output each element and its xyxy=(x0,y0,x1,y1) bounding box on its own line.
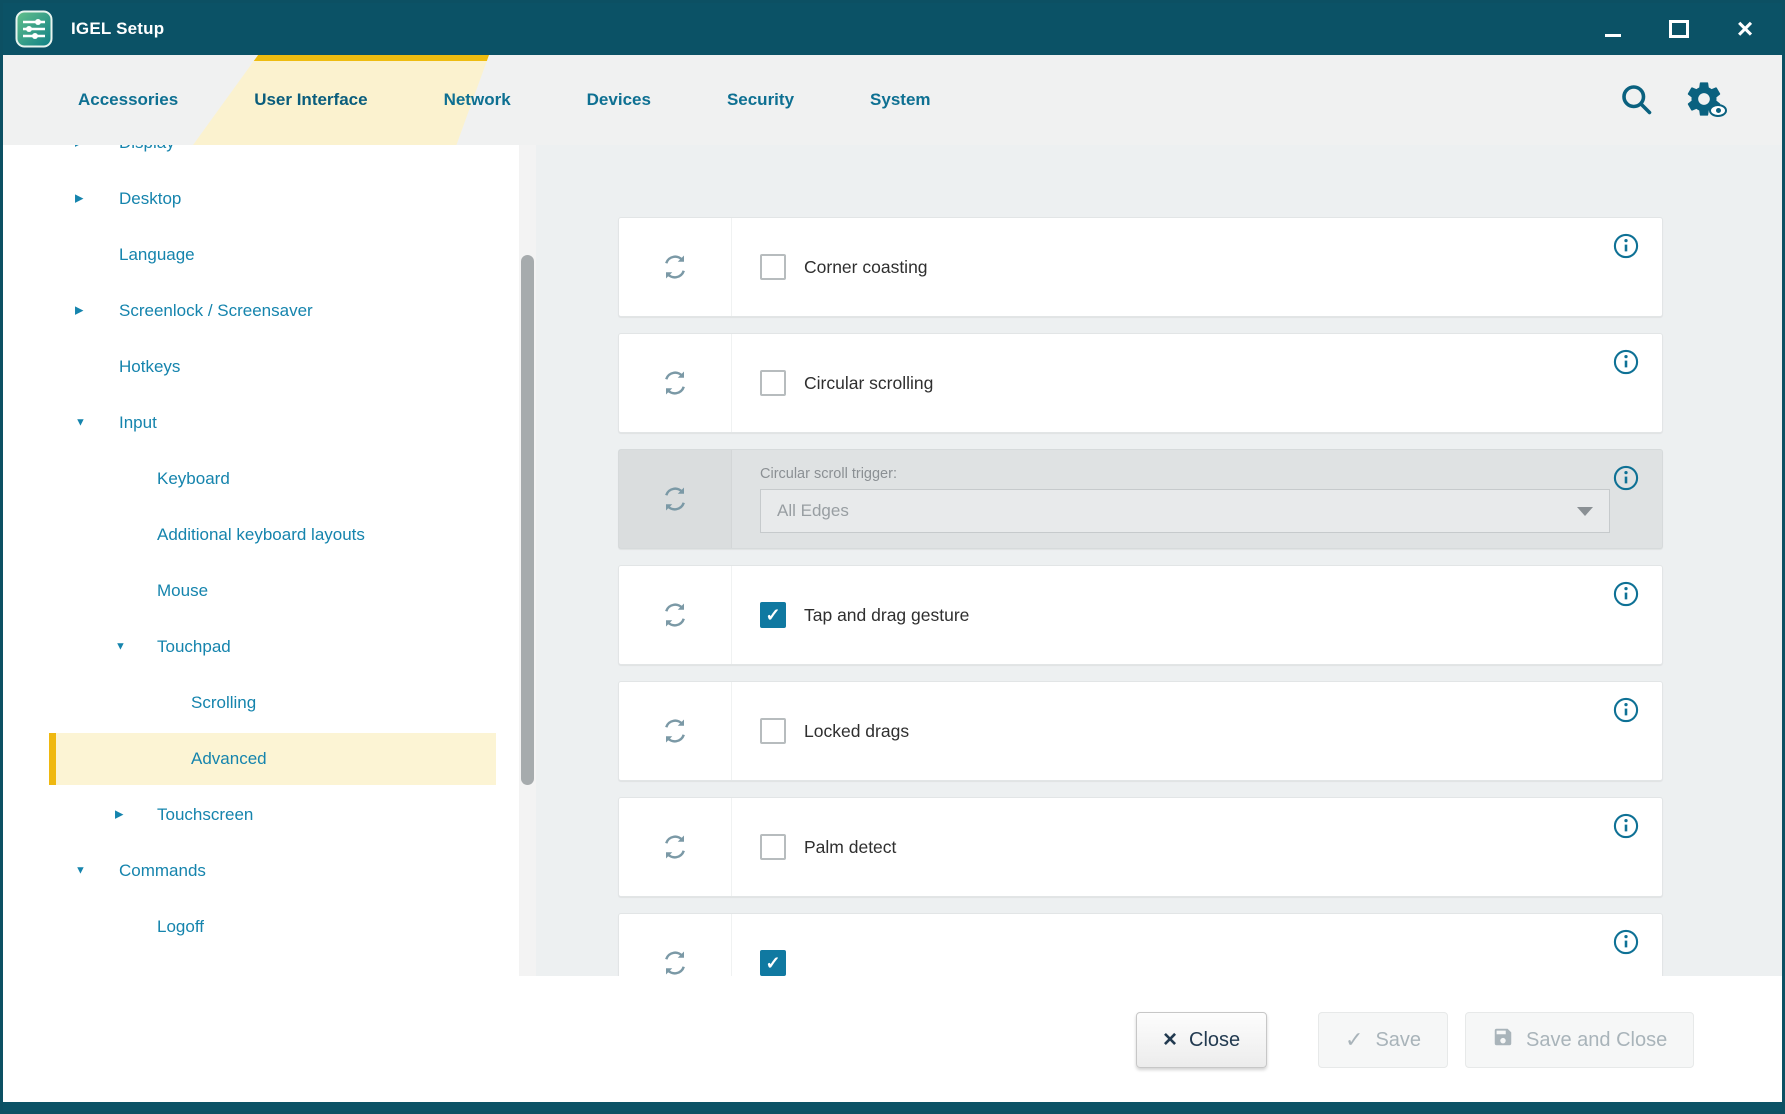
tab-devices[interactable]: Devices xyxy=(587,90,651,110)
circular-scroll-trigger-select[interactable]: All Edges xyxy=(760,489,1610,533)
sidebar-item-logoff[interactable]: Logoff xyxy=(3,899,536,955)
setting-row-circular-scroll-trigger: Circular scroll trigger: All Edges xyxy=(618,449,1663,549)
sidebar-item-commands[interactable]: ▼ Commands xyxy=(3,843,536,899)
info-icon[interactable] xyxy=(1612,464,1640,492)
reset-to-default-button[interactable] xyxy=(619,218,732,316)
footer-bar: × Close ✓ Save Save and Close xyxy=(3,976,1782,1102)
sidebar-item-hotkeys[interactable]: Hotkeys xyxy=(3,339,536,395)
window-bottom-border xyxy=(3,1102,1782,1111)
info-icon[interactable] xyxy=(1612,232,1640,260)
sidebar-scrollbar[interactable] xyxy=(519,145,536,976)
tab-system[interactable]: System xyxy=(870,90,930,110)
check-icon: ✓ xyxy=(1345,1029,1363,1051)
chevron-down-icon[interactable]: ▼ xyxy=(75,866,86,877)
settings-panel: Corner coasting Circular scrolling xyxy=(536,145,1782,976)
chevron-right-icon[interactable]: ▶ xyxy=(75,306,83,317)
close-window-button[interactable]: × xyxy=(1734,16,1756,42)
igel-setup-window: IGEL Setup × Accessories User Interface … xyxy=(0,0,1785,1114)
info-icon[interactable] xyxy=(1612,580,1640,608)
reset-to-default-button[interactable] xyxy=(619,914,732,976)
tab-security[interactable]: Security xyxy=(727,90,794,110)
setting-label: Palm detect xyxy=(804,837,896,858)
minimize-icon xyxy=(1605,34,1621,37)
sidebar-item-advanced[interactable]: Advanced xyxy=(3,731,536,787)
sidebar-scrollbar-thumb[interactable] xyxy=(521,255,534,785)
search-icon[interactable] xyxy=(1618,81,1654,117)
tab-user-interface[interactable]: User Interface xyxy=(254,90,367,110)
setting-row-tap-and-drag-gesture: ✓ Tap and drag gesture xyxy=(618,565,1663,665)
sidebar-item-input[interactable]: ▼ Input xyxy=(3,395,536,451)
reset-to-default-button[interactable] xyxy=(619,682,732,780)
partial-row-checkbox[interactable]: ✓ xyxy=(760,950,786,976)
maximize-button[interactable] xyxy=(1668,16,1690,42)
close-button-label: Close xyxy=(1189,1029,1240,1052)
palm-detect-checkbox[interactable] xyxy=(760,834,786,860)
floppy-disk-icon xyxy=(1492,1026,1514,1054)
sidebar-item-touchscreen[interactable]: ▶ Touchscreen xyxy=(3,787,536,843)
chevron-right-icon[interactable]: ▶ xyxy=(75,194,83,205)
setting-label: Circular scroll trigger: xyxy=(760,466,897,482)
title-bar: IGEL Setup × xyxy=(3,3,1782,55)
info-icon[interactable] xyxy=(1612,928,1640,956)
chevron-down-icon xyxy=(1577,507,1593,516)
sidebar-item-additional-keyboard-layouts[interactable]: Additional keyboard layouts xyxy=(3,507,536,563)
info-icon[interactable] xyxy=(1612,348,1640,376)
setting-row-locked-drags: Locked drags xyxy=(618,681,1663,781)
reset-to-default-button[interactable] xyxy=(619,798,732,896)
circular-scrolling-checkbox[interactable] xyxy=(760,370,786,396)
close-button[interactable]: × Close xyxy=(1136,1012,1267,1068)
setting-label: Locked drags xyxy=(804,721,909,742)
check-icon: ✓ xyxy=(765,606,780,624)
setting-label: Circular scrolling xyxy=(804,373,933,394)
sidebar-item-scrolling[interactable]: Scrolling xyxy=(3,675,536,731)
info-icon[interactable] xyxy=(1612,696,1640,724)
setting-row-circular-scrolling: Circular scrolling xyxy=(618,333,1663,433)
save-button-label: Save xyxy=(1375,1029,1421,1052)
minimize-button[interactable] xyxy=(1602,16,1624,42)
settings-gear-eye-icon[interactable] xyxy=(1684,79,1724,119)
tab-strip: Accessories User Interface Network Devic… xyxy=(78,55,931,145)
sidebar-tree: ▶ Display ▶ Desktop Language ▶ Screenloc… xyxy=(3,145,536,976)
chevron-right-icon[interactable]: ▶ xyxy=(115,810,123,821)
tab-accessories[interactable]: Accessories xyxy=(78,90,178,110)
reset-to-default-button[interactable] xyxy=(619,450,732,548)
check-icon: ✓ xyxy=(765,954,780,972)
setting-label: Corner coasting xyxy=(804,257,928,278)
info-icon[interactable] xyxy=(1612,812,1640,840)
save-and-close-button-label: Save and Close xyxy=(1526,1029,1667,1052)
sidebar-item-mouse[interactable]: Mouse xyxy=(3,563,536,619)
window-title: IGEL Setup xyxy=(71,19,164,39)
eye-icon xyxy=(1709,104,1727,117)
igel-logo-icon xyxy=(15,10,53,48)
setting-row-corner-coasting: Corner coasting xyxy=(618,217,1663,317)
sidebar-item-display[interactable]: ▶ Display xyxy=(3,145,536,171)
sidebar-item-screenlock-screensaver[interactable]: ▶ Screenlock / Screensaver xyxy=(3,283,536,339)
selected-value: All Edges xyxy=(777,501,849,521)
close-x-icon: × xyxy=(1163,1028,1177,1052)
maximize-icon xyxy=(1669,20,1689,38)
tab-network[interactable]: Network xyxy=(444,90,511,110)
tab-bar: Accessories User Interface Network Devic… xyxy=(3,55,1782,145)
sidebar-item-desktop[interactable]: ▶ Desktop xyxy=(3,171,536,227)
sidebar-item-touchpad[interactable]: ▼ Touchpad xyxy=(3,619,536,675)
chevron-down-icon[interactable]: ▼ xyxy=(115,642,126,653)
tap-and-drag-gesture-checkbox[interactable]: ✓ xyxy=(760,602,786,628)
window-controls: × xyxy=(1602,3,1756,55)
save-and-close-button[interactable]: Save and Close xyxy=(1465,1012,1694,1068)
locked-drags-checkbox[interactable] xyxy=(760,718,786,744)
setting-label: Tap and drag gesture xyxy=(804,605,969,626)
save-button[interactable]: ✓ Save xyxy=(1318,1012,1448,1068)
sidebar-item-keyboard[interactable]: Keyboard xyxy=(3,451,536,507)
chevron-right-icon[interactable]: ▶ xyxy=(75,145,83,149)
setting-row-palm-detect: Palm detect xyxy=(618,797,1663,897)
sidebar-item-language[interactable]: Language xyxy=(3,227,536,283)
corner-coasting-checkbox[interactable] xyxy=(760,254,786,280)
chevron-down-icon[interactable]: ▼ xyxy=(75,418,86,429)
setting-row-partially-visible: ✓ xyxy=(618,913,1663,976)
reset-to-default-button[interactable] xyxy=(619,566,732,664)
reset-to-default-button[interactable] xyxy=(619,334,732,432)
